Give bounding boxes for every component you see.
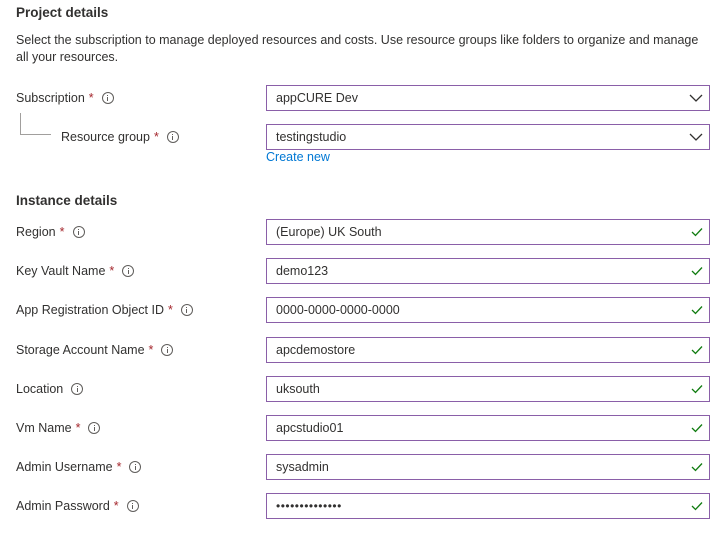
info-icon[interactable] (166, 131, 179, 143)
required-marker: * (109, 264, 115, 278)
checkmark-icon (691, 228, 703, 237)
key-vault-name-value: demo123 (276, 264, 329, 278)
vm-name-value: apcstudio01 (276, 421, 344, 435)
region-value: (Europe) UK South (276, 225, 382, 239)
field-label-group: Admin Username * (16, 454, 142, 480)
required-marker: * (153, 130, 159, 144)
region-label: Region (16, 225, 56, 239)
region-input[interactable]: (Europe) UK South (266, 219, 710, 245)
info-icon[interactable] (122, 265, 135, 277)
instance-field-row: Location uksouth (0, 376, 726, 402)
chevron-down-icon (689, 133, 703, 141)
subscription-value: appCURE Dev (276, 91, 358, 105)
vm-name-input[interactable]: apcstudio01 (266, 415, 710, 441)
instance-field-row: App Registration Object ID * 0000-0000-0… (0, 297, 726, 323)
checkmark-icon (691, 346, 703, 355)
checkmark-icon (691, 424, 703, 433)
instance-field-row: Admin Username * sysadmin (0, 454, 726, 480)
required-marker: * (88, 91, 94, 105)
resource-group-label: Resource group (61, 130, 150, 144)
field-label-group: App Registration Object ID * (16, 297, 193, 323)
subscription-label-group: Subscription * (16, 85, 114, 111)
required-marker: * (148, 343, 154, 357)
instance-field-row: Region * (Europe) UK South (0, 219, 726, 245)
required-marker: * (116, 460, 122, 474)
instance-field-row: Vm Name * apcstudio01 (0, 415, 726, 441)
info-icon[interactable] (129, 461, 142, 473)
storage-account-name-label: Storage Account Name (16, 343, 145, 357)
field-label-group: Vm Name * (16, 415, 101, 441)
instance-details-heading: Instance details (16, 193, 118, 208)
info-icon[interactable] (180, 304, 193, 316)
info-icon[interactable] (126, 500, 139, 512)
admin-username-label: Admin Username (16, 460, 113, 474)
instance-field-row: Admin Password * •••••••••••••• (0, 493, 726, 519)
checkmark-icon (691, 502, 703, 511)
field-label-group: Location (16, 376, 84, 402)
field-label-group: Region * (16, 219, 85, 245)
checkmark-icon (691, 385, 703, 394)
info-icon[interactable] (161, 344, 174, 356)
admin-password-label: Admin Password (16, 499, 110, 513)
project-details-description: Select the subscription to manage deploy… (16, 33, 699, 64)
checkmark-icon (691, 267, 703, 276)
required-marker: * (113, 499, 119, 513)
field-label-group: Key Vault Name * (16, 258, 135, 284)
create-new-link[interactable]: Create new (266, 150, 330, 164)
project-details-heading: Project details (16, 5, 109, 20)
location-label: Location (16, 382, 64, 396)
info-icon[interactable] (71, 383, 84, 395)
checkmark-icon (691, 306, 703, 315)
app-registration-object-id-label: App Registration Object ID (16, 303, 164, 317)
storage-account-name-input[interactable]: apcdemostore (266, 337, 710, 363)
app-registration-object-id-value: 0000-0000-0000-0000 (276, 303, 400, 317)
admin-username-value: sysadmin (276, 460, 329, 474)
subscription-row: Subscription * appCURE Dev (0, 85, 726, 111)
key-vault-name-label: Key Vault Name (16, 264, 106, 278)
admin-username-input[interactable]: sysadmin (266, 454, 710, 480)
field-label-group: Storage Account Name * (16, 337, 174, 363)
resource-group-dropdown[interactable]: testingstudio (266, 124, 710, 150)
info-icon[interactable] (88, 422, 101, 434)
required-marker: * (75, 421, 81, 435)
resource-group-value: testingstudio (276, 130, 347, 144)
field-label-group: Admin Password * (16, 493, 139, 519)
admin-password-input[interactable]: •••••••••••••• (266, 493, 710, 519)
info-icon[interactable] (101, 92, 114, 104)
subscription-dropdown[interactable]: appCURE Dev (266, 85, 710, 111)
key-vault-name-input[interactable]: demo123 (266, 258, 710, 284)
required-marker: * (168, 303, 173, 317)
vm-name-label: Vm Name (16, 421, 72, 435)
app-registration-object-id-input[interactable]: 0000-0000-0000-0000 (266, 297, 710, 323)
admin-password-value: •••••••••••••• (276, 499, 342, 513)
checkmark-icon (691, 463, 703, 472)
info-icon[interactable] (72, 226, 85, 238)
location-input[interactable]: uksouth (266, 376, 710, 402)
location-value: uksouth (276, 382, 320, 396)
storage-account-name-value: apcdemostore (276, 343, 356, 357)
resource-group-label-group: Resource group * (61, 124, 179, 150)
required-marker: * (59, 225, 65, 239)
instance-field-row: Key Vault Name * demo123 (0, 258, 726, 284)
instance-field-row: Storage Account Name * apcdemostore (0, 337, 726, 363)
resource-group-row: Resource group * testingstudio (0, 124, 726, 150)
chevron-down-icon (689, 94, 703, 102)
subscription-label: Subscription (16, 91, 85, 105)
